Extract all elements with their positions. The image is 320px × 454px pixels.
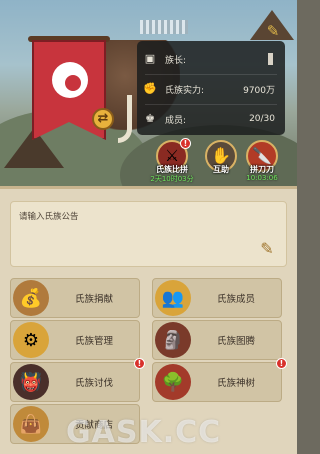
row-divider xyxy=(145,74,277,75)
members-row: ♚ 成员: 20/30 xyxy=(137,107,285,131)
sacred-tree-icon: 🌳 xyxy=(155,364,191,400)
brush-icon[interactable]: ✎ xyxy=(264,22,282,40)
notice-placeholder: 请输入氏族公告 xyxy=(19,212,79,222)
clan-competition-activity[interactable]: ⚔ ! 氏族比拼 2天10时03分 xyxy=(150,138,194,184)
demon-icon: 👹 xyxy=(13,364,49,400)
leader-name-redacted xyxy=(268,53,273,65)
clan-info-panel: ▣ 族长: ✊ 氏族实力: 9700万 ♚ 成员: 20/30 xyxy=(137,41,285,135)
strength-row: ✊ 氏族实力: 9700万 xyxy=(137,77,285,101)
members-label: 成员: xyxy=(165,115,187,126)
clan-members-label: 氏族成员 xyxy=(216,294,255,305)
clan-tree-button[interactable]: 🌳 氏族神树 xyxy=(152,362,282,402)
totem-icon: 🗿 xyxy=(155,322,191,358)
clan-name-redacted xyxy=(140,20,188,34)
crusade-alert-badge: ! xyxy=(134,358,145,369)
members-value: 20/30 xyxy=(249,114,275,124)
swap-banner-icon[interactable]: ⇄ xyxy=(92,108,114,130)
leader-icon: ▣ xyxy=(144,52,156,65)
clan-manage-button[interactable]: ⚙ 氏族管理 xyxy=(10,320,140,360)
members-icon: ♚ xyxy=(145,112,155,125)
money-bag-icon: 👜 xyxy=(13,406,49,442)
clan-donate-label: 氏族捐献 xyxy=(74,294,113,305)
clan-totem-button[interactable]: 🗿 氏族图腾 xyxy=(152,320,282,360)
clan-totem-label: 氏族图腾 xyxy=(216,336,255,347)
clan-crusade-label: 氏族讨伐 xyxy=(74,378,113,389)
handshake-icon: ✊ xyxy=(143,82,157,95)
strength-label: 氏族实力: xyxy=(165,85,205,96)
gear-icon: ⚙ xyxy=(13,322,49,358)
clan-crusade-button[interactable]: 👹 氏族讨伐 xyxy=(10,362,140,402)
leader-label: 族长: xyxy=(165,55,187,66)
alert-badge: ! xyxy=(180,138,191,149)
members-group-icon: 👥 xyxy=(155,280,191,316)
leader-row: ▣ 族长: xyxy=(137,47,285,71)
row-divider xyxy=(145,104,277,105)
clan-notice-box[interactable]: 请输入氏族公告 ✎ xyxy=(10,201,287,267)
bargain-activity[interactable]: 🔪 拼刀刀 10:03:06 xyxy=(240,140,284,184)
treasure-chest-icon: 💰 xyxy=(13,280,49,316)
clan-menu-panel: 请输入氏族公告 ✎ 💰 氏族捐献 👥 氏族成员 ⚙ 氏族管理 🗿 氏族图腾 👹 … xyxy=(0,186,297,454)
clan-manage-label: 氏族管理 xyxy=(74,336,113,347)
edit-notice-icon[interactable]: ✎ xyxy=(256,238,278,260)
tusk-decoration xyxy=(118,95,132,143)
tree-alert-badge: ! xyxy=(276,358,287,369)
clan-members-button[interactable]: 👥 氏族成员 xyxy=(152,278,282,318)
activity-timer: 2天10时03分 xyxy=(150,175,194,183)
clan-tree-label: 氏族神树 xyxy=(216,378,255,389)
site-watermark: GASK.CC xyxy=(66,415,222,450)
activity-timer: 10:03:06 xyxy=(246,174,278,182)
strength-value: 9700万 xyxy=(243,85,275,96)
sun-emblem-icon xyxy=(52,62,88,98)
clan-donate-button[interactable]: 💰 氏族捐献 xyxy=(10,278,140,318)
